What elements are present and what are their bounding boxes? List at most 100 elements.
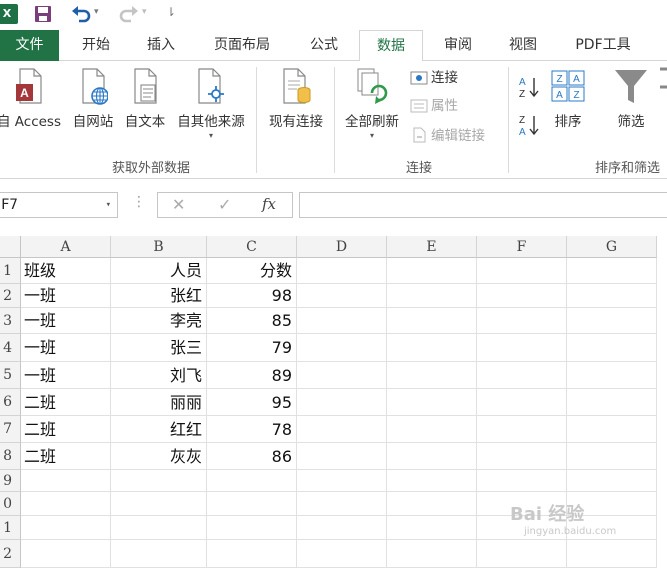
tab-review[interactable]: 审阅	[430, 30, 486, 61]
cell-b9[interactable]	[111, 470, 207, 492]
cell-g5[interactable]	[567, 362, 657, 389]
cell-e2[interactable]	[387, 284, 477, 308]
cell-d3[interactable]	[297, 308, 387, 334]
cell-e9[interactable]	[387, 470, 477, 492]
customize-toolbar-icon[interactable]: ⇂	[166, 5, 176, 19]
tab-insert[interactable]: 插入	[133, 30, 189, 61]
cell-g6[interactable]	[567, 389, 657, 416]
cell-d10[interactable]	[297, 492, 387, 516]
column-header-c[interactable]: C	[207, 236, 297, 258]
row-header[interactable]: 8	[0, 443, 21, 470]
from-other-sources-button[interactable]: 自其他来源 ▾	[172, 67, 250, 140]
cell-d4[interactable]	[297, 334, 387, 362]
sort-descending-button[interactable]: Z A	[518, 113, 542, 138]
row-header[interactable]: 2	[0, 540, 21, 568]
cell-a7[interactable]: 二班	[21, 416, 111, 443]
cell-g3[interactable]	[567, 308, 657, 334]
cell-d1[interactable]	[297, 258, 387, 284]
properties-button[interactable]: 属性	[410, 95, 458, 117]
cell-b7[interactable]: 红红	[111, 416, 207, 443]
cell-e1[interactable]	[387, 258, 477, 284]
cell-a6[interactable]: 二班	[21, 389, 111, 416]
from-web-button[interactable]: 自网站	[68, 67, 118, 130]
sort-ascending-button[interactable]: A Z	[518, 75, 542, 100]
cell-e8[interactable]	[387, 443, 477, 470]
formula-input[interactable]	[299, 192, 667, 218]
cell-d6[interactable]	[297, 389, 387, 416]
cell-b3[interactable]: 李亮	[111, 308, 207, 334]
cancel-icon[interactable]: ✕	[172, 195, 185, 214]
cell-b2[interactable]: 张红	[111, 284, 207, 308]
cell-e4[interactable]	[387, 334, 477, 362]
cell-b4[interactable]: 张三	[111, 334, 207, 362]
cell-f2[interactable]	[477, 284, 567, 308]
cell-f12[interactable]	[477, 540, 567, 568]
cell-e12[interactable]	[387, 540, 477, 568]
connections-button[interactable]: 连接	[410, 67, 458, 89]
cell-c10[interactable]	[207, 492, 297, 516]
cell-a11[interactable]	[21, 516, 111, 540]
cell-a2[interactable]: 一班	[21, 284, 111, 308]
select-all-corner[interactable]	[0, 236, 21, 258]
cell-c2[interactable]: 98	[207, 284, 297, 308]
chevron-down-icon[interactable]: ▾	[106, 193, 111, 217]
row-header[interactable]: 7	[0, 416, 21, 443]
tab-file[interactable]: 文件	[0, 30, 59, 61]
row-header[interactable]: 0	[0, 492, 21, 516]
name-box[interactable]: F7 ▾	[0, 192, 118, 218]
row-header[interactable]: 3	[0, 308, 21, 334]
cell-c11[interactable]	[207, 516, 297, 540]
cell-a10[interactable]	[21, 492, 111, 516]
cell-b6[interactable]: 丽丽	[111, 389, 207, 416]
more-filter-options-icon[interactable]	[660, 67, 667, 89]
cell-f8[interactable]	[477, 443, 567, 470]
edit-links-button[interactable]: 编辑链接	[410, 125, 485, 147]
redo-dropdown-icon[interactable]: ▾	[142, 7, 147, 17]
cell-f4[interactable]	[477, 334, 567, 362]
existing-connections-button[interactable]: 现有连接	[262, 67, 330, 130]
cell-a3[interactable]: 一班	[21, 308, 111, 334]
cell-g4[interactable]	[567, 334, 657, 362]
cell-b5[interactable]: 刘飞	[111, 362, 207, 389]
cell-b10[interactable]	[111, 492, 207, 516]
cell-g1[interactable]	[567, 258, 657, 284]
cell-c1[interactable]: 分数	[207, 258, 297, 284]
filter-button[interactable]: 筛选	[608, 67, 654, 130]
cell-d2[interactable]	[297, 284, 387, 308]
cell-a5[interactable]: 一班	[21, 362, 111, 389]
tab-data[interactable]: 数据	[359, 30, 423, 62]
cell-b11[interactable]	[111, 516, 207, 540]
grip-dots-icon[interactable]: ⋮	[132, 194, 146, 210]
row-header[interactable]: 4	[0, 334, 21, 362]
row-header[interactable]: 6	[0, 389, 21, 416]
cell-c9[interactable]	[207, 470, 297, 492]
cell-b8[interactable]: 灰灰	[111, 443, 207, 470]
cell-g2[interactable]	[567, 284, 657, 308]
cell-d12[interactable]	[297, 540, 387, 568]
cell-c12[interactable]	[207, 540, 297, 568]
row-header[interactable]: 1	[0, 258, 21, 284]
cell-d7[interactable]	[297, 416, 387, 443]
column-header-e[interactable]: E	[387, 236, 477, 258]
tab-home[interactable]: 开始	[68, 30, 124, 61]
cell-c3[interactable]: 85	[207, 308, 297, 334]
undo-icon[interactable]	[70, 3, 92, 25]
refresh-all-button[interactable]: 全部刷新 ▾	[340, 67, 404, 140]
cell-c4[interactable]: 79	[207, 334, 297, 362]
cell-g9[interactable]	[567, 470, 657, 492]
cell-f3[interactable]	[477, 308, 567, 334]
tab-view[interactable]: 视图	[495, 30, 551, 61]
column-header-g[interactable]: G	[567, 236, 657, 258]
cell-e3[interactable]	[387, 308, 477, 334]
cell-f9[interactable]	[477, 470, 567, 492]
column-header-a[interactable]: A	[21, 236, 111, 258]
cell-a9[interactable]	[21, 470, 111, 492]
cell-a12[interactable]	[21, 540, 111, 568]
redo-icon[interactable]	[118, 3, 140, 25]
cell-f1[interactable]	[477, 258, 567, 284]
tab-page-layout[interactable]: 页面布局	[200, 30, 284, 61]
cell-e5[interactable]	[387, 362, 477, 389]
tab-pdf-tools[interactable]: PDF工具	[563, 30, 643, 61]
cell-c7[interactable]: 78	[207, 416, 297, 443]
cell-b12[interactable]	[111, 540, 207, 568]
